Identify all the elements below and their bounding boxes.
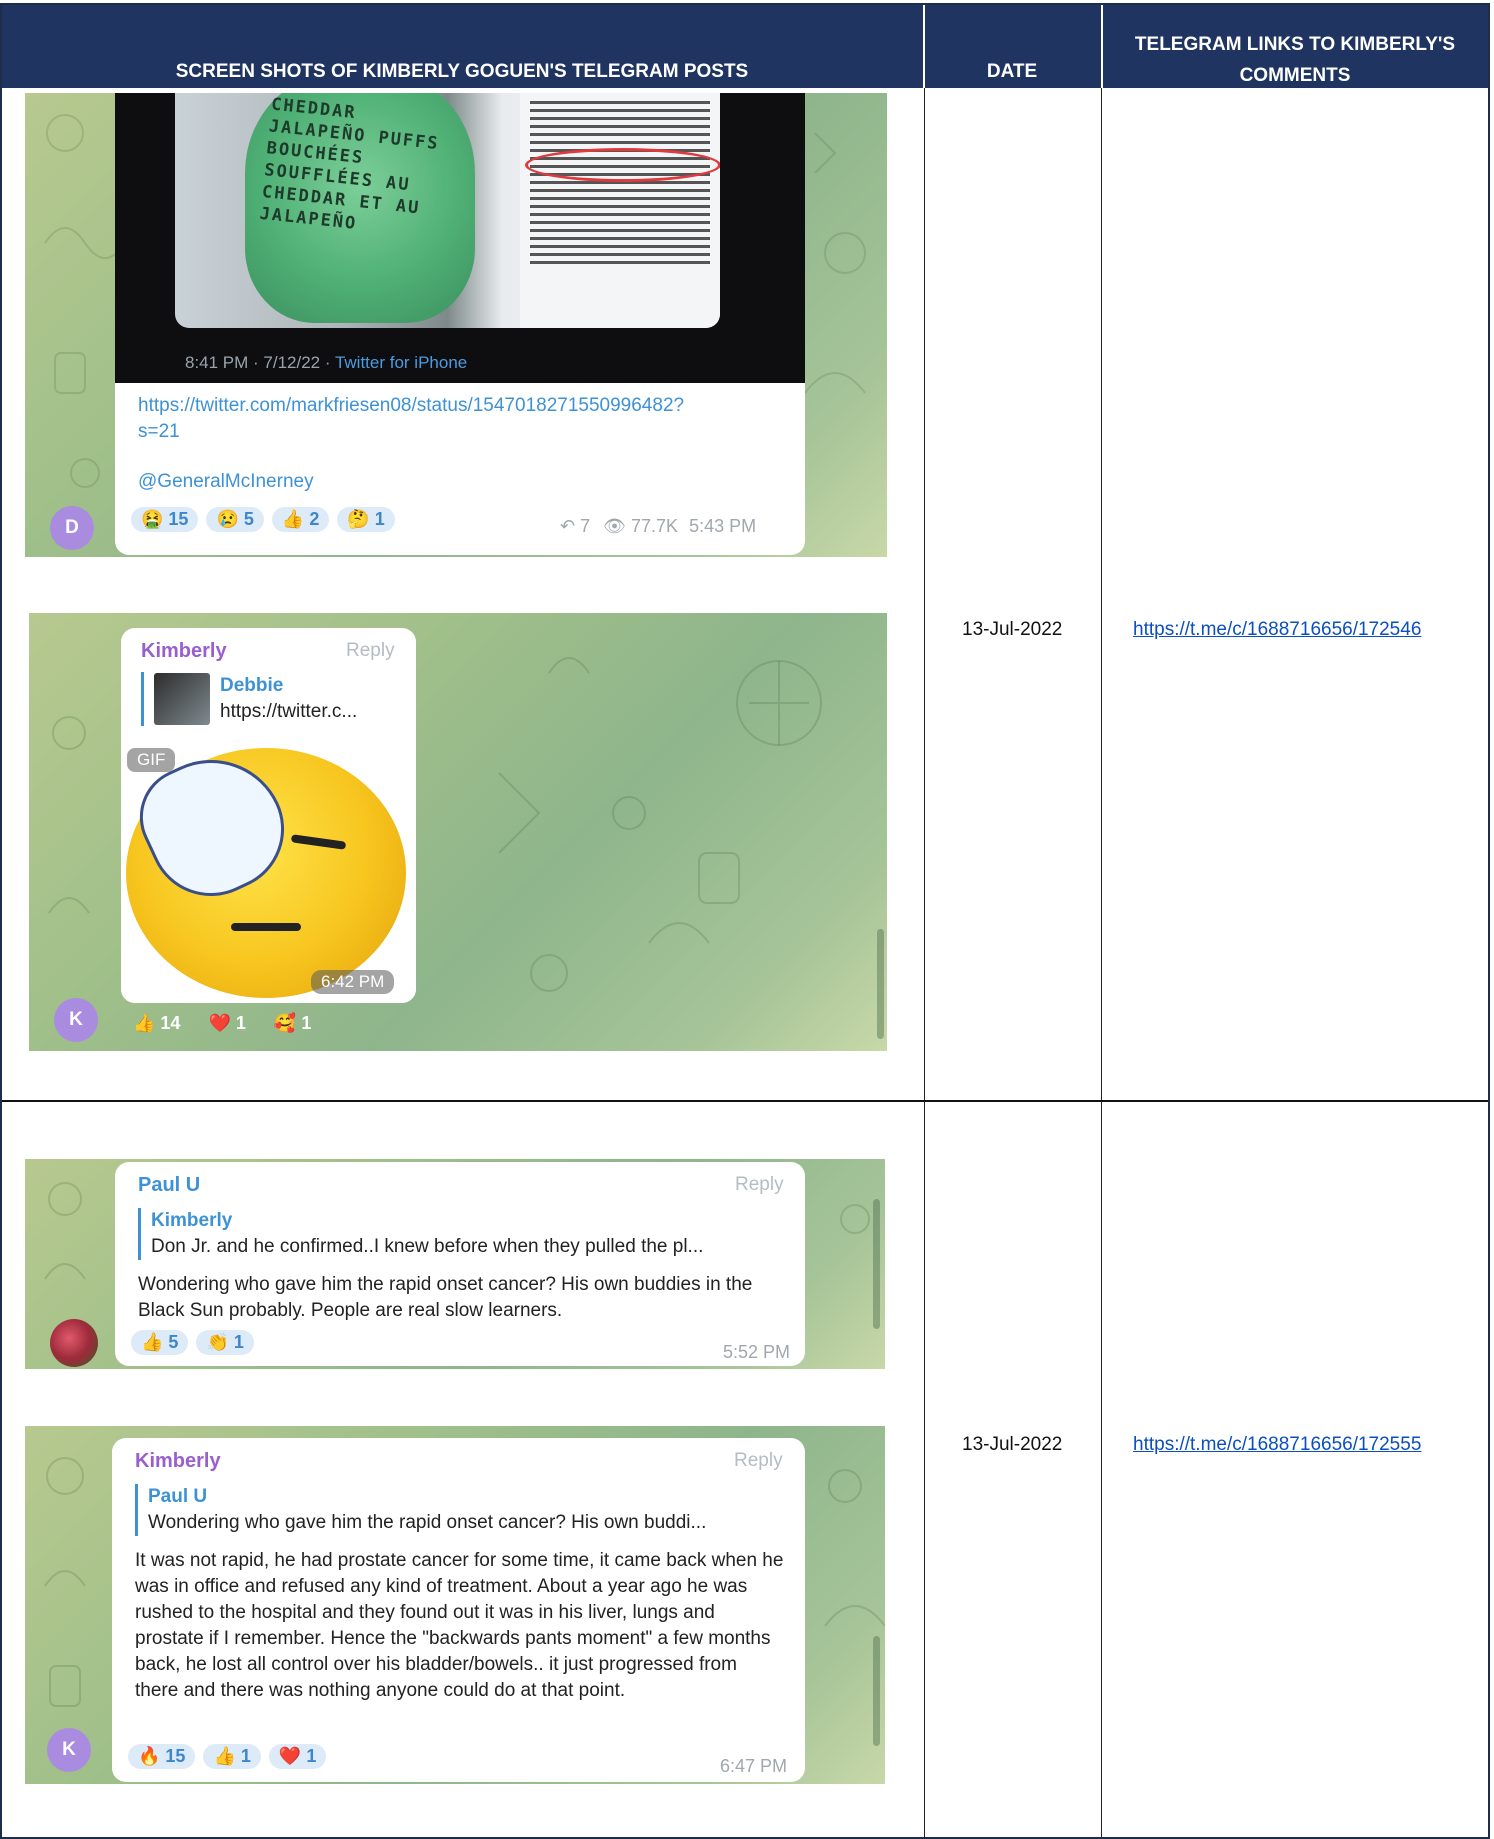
sender-name[interactable]: Kimberly: [135, 1450, 221, 1473]
message-time: 5:52 PM: [723, 1342, 791, 1362]
header-date: DATE: [986, 61, 1038, 82]
reaction-chip[interactable]: 👏 1: [196, 1330, 254, 1355]
reply-quote[interactable]: Debbie https://twitter.c...: [141, 672, 357, 726]
message-text: It was not rapid, he had prostate cancer…: [135, 1550, 784, 1701]
row2-screenshot-1: Paul U Reply Kimberly Don Jr. and he con…: [25, 1159, 885, 1369]
reaction-chip[interactable]: 😢 5: [206, 507, 264, 532]
message-bubble: Paul U Reply Kimberly Don Jr. and he con…: [115, 1162, 805, 1366]
eye: [290, 834, 347, 850]
reply-button[interactable]: Reply: [346, 640, 395, 662]
row1-screenshot-2: Kimberly Reply Debbie https://twitter.c.…: [29, 613, 887, 1051]
message-bubble: https://twitter.com/markfriesen08/status…: [115, 383, 805, 555]
tweet-url[interactable]: https://twitter.com/markfriesen08/status…: [138, 393, 684, 445]
reaction-chip[interactable]: 🤮 15: [131, 507, 199, 532]
forward-icon: ↶: [560, 516, 576, 536]
message-time: 6:47 PM: [720, 1756, 788, 1776]
reaction-chip[interactable]: 👍 2: [271, 507, 330, 532]
reaction-chip[interactable]: 🤔 1: [337, 507, 395, 532]
reply-quote[interactable]: Paul U Wondering who gave him the rapid …: [135, 1484, 706, 1536]
reaction-chip[interactable]: 👍 14: [123, 1011, 190, 1036]
header-links: TELEGRAM LINKS TO KIMBERLY'S COMMENTS: [1134, 34, 1456, 86]
reaction-chip[interactable]: 👍 5: [131, 1330, 189, 1355]
reactions: 👍 5 👏 1: [131, 1330, 254, 1355]
reaction-chip[interactable]: ❤️ 1: [268, 1744, 327, 1769]
row1-telegram-link[interactable]: https://t.me/c/1688716656/172546: [1133, 619, 1421, 641]
avatar-debbie[interactable]: D: [50, 506, 94, 550]
reactions: 🔥 15 👍 1 ❤️ 1: [128, 1744, 327, 1769]
row2-telegram-link[interactable]: https://t.me/c/1688716656/172555: [1133, 1434, 1421, 1456]
tweet-footer: 8:41 PM · 7/12/22 · Twitter for iPhone: [185, 353, 468, 372]
sender-name[interactable]: Kimberly: [141, 640, 227, 663]
mention-link[interactable]: @GeneralMcInerney: [138, 469, 314, 495]
row1-date: 13-Jul-2022: [962, 619, 1063, 640]
gif-label: GIF: [127, 748, 176, 772]
avatar-kimberly[interactable]: K: [54, 998, 98, 1042]
row2-date: 13-Jul-2022: [962, 1434, 1063, 1455]
scrollbar[interactable]: [873, 1636, 880, 1746]
sender-name[interactable]: Paul U: [138, 1174, 200, 1197]
header-screenshots: SCREEN SHOTS OF KIMBERLY GOGUEN'S TELEGR…: [175, 61, 749, 82]
product-photo: CHEDDAR JALAPEÑO PUFFS BOUCHÉES SOUFFLÉE…: [175, 93, 720, 328]
evidence-table: SCREEN SHOTS OF KIMBERLY GOGUEN'S TELEGR…: [0, 3, 1490, 1839]
message-text: Wondering who gave him the rapid onset c…: [138, 1274, 753, 1321]
views-icon: 👁: [603, 516, 626, 536]
message-meta: ↶ 7 👁 77.7K 5:43 PM: [560, 516, 757, 536]
quote-thumbnail: [154, 673, 210, 725]
frown-mouth: [231, 923, 301, 931]
avatar-kimberly[interactable]: K: [47, 1728, 91, 1772]
gif-media[interactable]: GIF 6:42 PM: [121, 738, 416, 1003]
ingredients-panel: [520, 93, 720, 328]
reply-button[interactable]: Reply: [735, 1174, 784, 1196]
red-circle-annotation: [525, 148, 720, 182]
reactions: 👍 14 ❤️ 1 🥰 1: [123, 1011, 321, 1036]
message-time: 6:42 PM: [311, 970, 395, 994]
reply-quote[interactable]: Kimberly Don Jr. and he confirmed..I kne…: [138, 1208, 703, 1260]
avatar-paul[interactable]: [50, 1319, 98, 1367]
reactions: 🤮 15 😢 5 👍 2 🤔 1: [131, 507, 395, 532]
tweet-image: CHEDDAR JALAPEÑO PUFFS BOUCHÉES SOUFFLÉE…: [115, 93, 805, 393]
message-bubble: Kimberly Reply Debbie https://twitter.c.…: [121, 628, 416, 1003]
message-bubble: Kimberly Reply Paul U Wondering who gave…: [112, 1438, 805, 1782]
scrollbar[interactable]: [877, 929, 884, 1039]
scrollbar[interactable]: [873, 1199, 880, 1329]
table-header: SCREEN SHOTS OF KIMBERLY GOGUEN'S TELEGR…: [2, 5, 1488, 88]
row2-screenshot-2: Kimberly Reply Paul U Wondering who gave…: [25, 1426, 885, 1784]
row1-screenshot-1: CHEDDAR JALAPEÑO PUFFS BOUCHÉES SOUFFLÉE…: [25, 93, 887, 557]
bag-label: CHEDDAR JALAPEÑO PUFFS BOUCHÉES SOUFFLÉE…: [258, 94, 441, 234]
reaction-chip[interactable]: 🔥 15: [128, 1744, 196, 1769]
reply-button[interactable]: Reply: [734, 1450, 783, 1472]
reaction-chip[interactable]: 👍 1: [203, 1744, 261, 1769]
reaction-chip[interactable]: ❤️ 1: [198, 1011, 255, 1036]
facepalm-emoji: [123, 738, 406, 998]
reaction-chip[interactable]: 🥰 1: [264, 1011, 321, 1036]
